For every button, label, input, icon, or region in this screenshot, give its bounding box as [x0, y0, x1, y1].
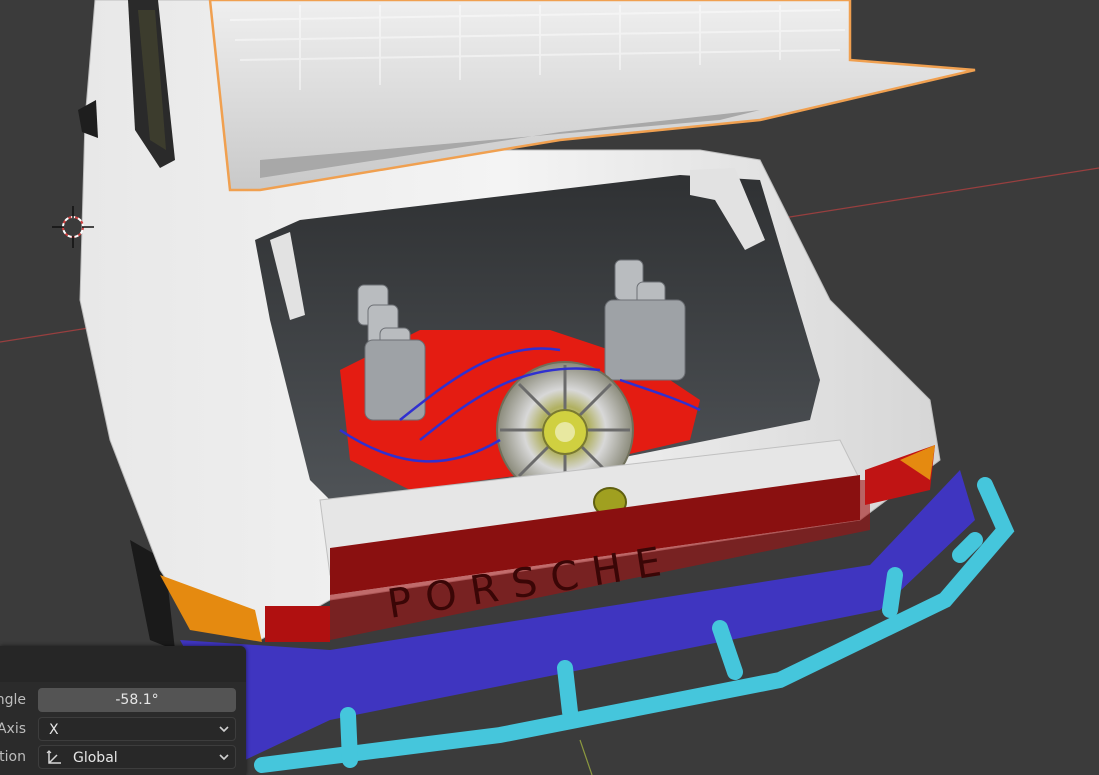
orientation-axes-icon: [46, 750, 61, 764]
orientation-value: Global: [73, 750, 118, 766]
axis-value: X: [49, 722, 59, 738]
chevron-down-icon: [219, 754, 229, 761]
orientation-dropdown[interactable]: Global: [38, 745, 236, 769]
y-axis-line: [579, 739, 593, 775]
orientation-label: tion: [0, 749, 26, 765]
adjust-last-operation-panel: ngle -58.1° Axis X tion Global: [0, 646, 246, 775]
axis-label: Axis: [0, 721, 26, 737]
panel-header[interactable]: [0, 646, 246, 682]
angle-label: ngle: [0, 692, 26, 708]
orientation-row: tion Global: [0, 745, 246, 771]
axis-dropdown[interactable]: X: [38, 717, 236, 741]
chevron-down-icon: [219, 726, 229, 733]
axis-row: Axis X: [0, 717, 246, 743]
angle-field[interactable]: -58.1°: [38, 688, 236, 712]
angle-row: ngle -58.1°: [0, 688, 246, 714]
